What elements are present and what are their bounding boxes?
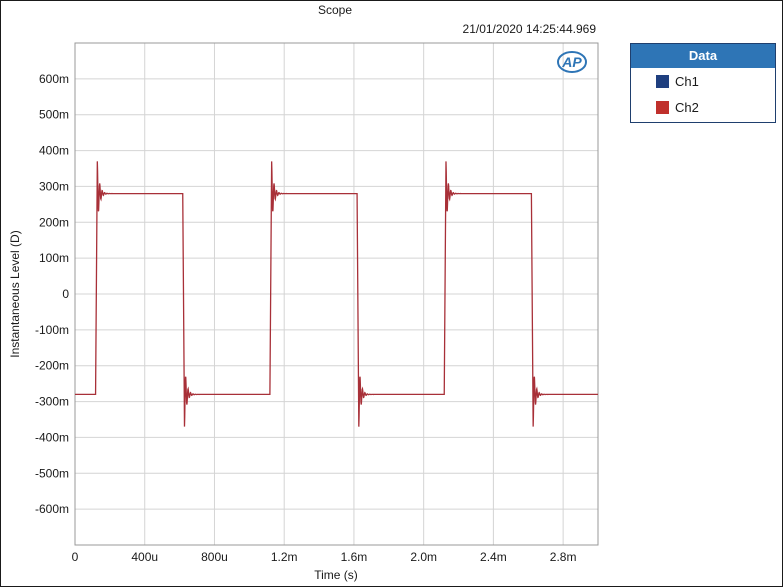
y-axis-label: Instantaneous Level (D) [8,230,22,357]
x-tick-label: 400u [131,550,158,564]
y-tick-label: -300m [35,395,69,409]
legend-swatch-ch1 [656,74,669,88]
y-tick-label: 300m [39,179,69,193]
legend-item-ch1[interactable]: Ch1 [631,68,775,94]
y-tick-label: -600m [35,502,69,516]
chart-title: Scope [318,3,352,17]
x-tick-label: 2.4m [480,550,507,564]
x-tick-label: 2.0m [410,550,437,564]
y-tick-label: -500m [35,466,69,480]
legend-item-ch2[interactable]: Ch2 [631,94,775,120]
y-tick-label: -100m [35,323,69,337]
x-tick-label: 800u [201,550,228,564]
x-tick-label: 0 [72,550,79,564]
y-tick-label: -400m [35,430,69,444]
y-axis-ticks: 600m 500m 400m 300m 200m 100m 0 -100m -200m -300m… [35,72,69,516]
legend-label-ch1: Ch1 [675,73,699,89]
y-tick-label: 500m [39,108,69,122]
x-axis-label: Time (s) [314,568,358,582]
x-axis-ticks: 0 400u 800u 1.2m 1.6m 2.0m 2.4m 2.8m [72,550,577,564]
x-tick-label: 1.2m [271,550,298,564]
y-tick-label: 0 [62,287,69,301]
chart-timestamp: 21/01/2020 14:25:44.969 [463,22,597,36]
y-tick-label: 100m [39,251,69,265]
legend-swatch-ch2 [656,100,669,114]
legend-label-ch2: Ch2 [675,99,699,115]
legend-title: Data [631,44,775,68]
ap-logo-text: AP [561,54,582,70]
x-tick-label: 2.8m [550,550,577,564]
x-tick-label: 1.6m [341,550,368,564]
y-tick-label: -200m [35,359,69,373]
y-tick-label: 400m [39,144,69,158]
y-tick-label: 600m [39,72,69,86]
y-tick-label: 200m [39,215,69,229]
legend-panel: Data Ch1 Ch2 [630,43,776,123]
